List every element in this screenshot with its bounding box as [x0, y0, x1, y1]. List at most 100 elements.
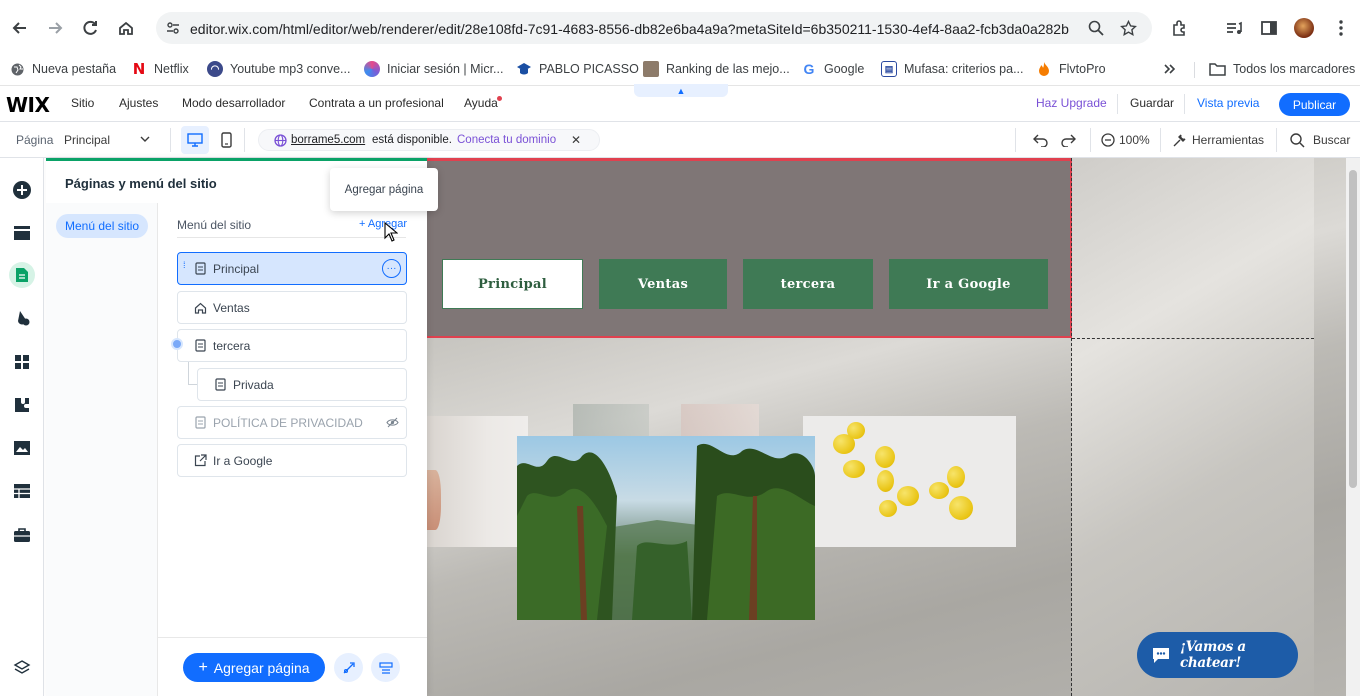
- bookmark-youtube-mp3[interactable]: ◠ Youtube mp3 conve...: [207, 58, 350, 80]
- desktop-view-icon[interactable]: [181, 126, 209, 154]
- avatar[interactable]: [1290, 14, 1318, 42]
- microsoft-icon: [364, 61, 380, 77]
- zoom-level[interactable]: 100%: [1119, 133, 1150, 147]
- sections-icon[interactable]: [9, 220, 35, 246]
- menu-contrata[interactable]: Contrata a un profesional: [309, 96, 444, 110]
- gallery-image-detail: [427, 470, 441, 530]
- address-bar[interactable]: editor.wix.com/html/editor/web/renderer/…: [156, 12, 1152, 44]
- divider: [1117, 94, 1118, 114]
- search-button[interactable]: Buscar: [1313, 133, 1350, 147]
- more-bookmarks-icon[interactable]: [1162, 58, 1176, 80]
- save-button[interactable]: Guardar: [1130, 96, 1174, 110]
- extensions-icon[interactable]: [1166, 14, 1194, 42]
- page-label: POLÍTICA DE PRIVACIDAD: [213, 415, 363, 430]
- page-layout-icon[interactable]: [371, 653, 400, 682]
- tools-icon[interactable]: [1172, 133, 1187, 148]
- page-item-principal[interactable]: ⁞ Principal ···: [177, 252, 407, 285]
- site-nav-principal[interactable]: Principal: [442, 259, 583, 309]
- close-icon[interactable]: ✕: [571, 133, 581, 147]
- add-menu-item-link[interactable]: + Agregar: [359, 218, 407, 230]
- add-elements-icon[interactable]: [9, 177, 35, 203]
- zoom-icon[interactable]: [1088, 20, 1104, 36]
- canvas-scrollbar[interactable]: [1346, 158, 1360, 696]
- back-icon[interactable]: [6, 14, 34, 42]
- bookmark-microsoft[interactable]: Iniciar sesión | Micr...: [364, 58, 503, 80]
- page-item-tercera[interactable]: tercera: [177, 329, 407, 362]
- selection-outline: [427, 158, 1072, 161]
- wix-logo[interactable]: WIX: [6, 93, 50, 117]
- hidden-eye-icon[interactable]: [386, 417, 399, 428]
- tab-menu-del-sitio[interactable]: Menú del sitio: [56, 214, 149, 238]
- forward-icon[interactable]: [41, 14, 69, 42]
- page-item-privada[interactable]: Privada: [197, 368, 407, 401]
- publish-button[interactable]: Publicar: [1279, 93, 1350, 116]
- page-selector[interactable]: Principal: [64, 133, 110, 147]
- undo-icon[interactable]: [1033, 133, 1049, 147]
- upgrade-link[interactable]: Haz Upgrade: [1036, 96, 1107, 110]
- star-icon[interactable]: [1120, 20, 1137, 37]
- bookmark-netflix[interactable]: N Netflix: [131, 58, 189, 80]
- page-item-politica-de-privacidad[interactable]: POLÍTICA DE PRIVACIDAD: [177, 406, 407, 439]
- business-apps-icon[interactable]: [9, 392, 35, 418]
- preview-button[interactable]: Vista previa: [1197, 96, 1259, 110]
- all-bookmarks[interactable]: Todos los marcadores: [1209, 58, 1355, 80]
- collapse-toolbar-icon[interactable]: ▲: [634, 84, 728, 97]
- gallery-image[interactable]: [573, 404, 649, 436]
- site-nav-tercera[interactable]: tercera: [743, 259, 873, 309]
- bookmark-ranking[interactable]: Ranking de las mejo...: [643, 58, 790, 80]
- chevron-down-icon[interactable]: [140, 135, 150, 143]
- url-text[interactable]: editor.wix.com/html/editor/web/renderer/…: [190, 21, 1080, 37]
- gridline-horizontal: [1072, 338, 1314, 339]
- page-transition-icon[interactable]: [334, 653, 363, 682]
- more-actions-icon[interactable]: ···: [382, 259, 401, 278]
- menu-sitio[interactable]: Sitio: [71, 96, 94, 110]
- menu-modo-desarrollador[interactable]: Modo desarrollador: [182, 96, 285, 110]
- search-icon[interactable]: [1290, 133, 1305, 148]
- bookmark-google[interactable]: G Google: [801, 58, 865, 80]
- bookmark-mufasa[interactable]: ▤ Mufasa: criterios pa...: [881, 58, 1024, 80]
- bookmark-label: Youtube mp3 conve...: [230, 62, 351, 76]
- domain-name[interactable]: borrame5.com: [291, 134, 365, 146]
- chat-button[interactable]: ¡Vamos a chatear!: [1137, 632, 1298, 678]
- external-link-icon: [193, 454, 207, 468]
- menu-ayuda[interactable]: Ayuda: [464, 96, 498, 110]
- site-nav-ir-a-google[interactable]: Ir a Google: [889, 259, 1048, 309]
- zoom-out-icon[interactable]: [1101, 133, 1115, 147]
- menu-ajustes[interactable]: Ajustes: [119, 96, 158, 110]
- tools-button[interactable]: Herramientas: [1192, 133, 1264, 147]
- gallery-image-portrait[interactable]: [427, 416, 528, 547]
- bookmark-nueva-pestana[interactable]: Nueva pestaña: [9, 58, 116, 80]
- side-panel-icon[interactable]: [1255, 14, 1283, 42]
- gallery-image-forest[interactable]: [517, 436, 815, 620]
- layers-icon[interactable]: [9, 655, 35, 681]
- media-icon[interactable]: [1220, 14, 1248, 42]
- site-nav-ventas[interactable]: Ventas: [599, 259, 727, 309]
- page-item-ventas[interactable]: Ventas: [177, 291, 407, 324]
- add-page-button[interactable]: + Agregar página: [183, 653, 325, 682]
- portfolio-icon[interactable]: [9, 522, 35, 548]
- graduation-icon: [516, 61, 532, 77]
- redo-icon[interactable]: [1060, 133, 1076, 147]
- drag-handle-icon[interactable]: ⁞: [183, 261, 186, 270]
- scroll-thumb[interactable]: [1349, 170, 1357, 488]
- site-info-icon[interactable]: [166, 21, 180, 35]
- page-label: tercera: [213, 338, 251, 353]
- site-header-strip[interactable]: [427, 158, 1072, 338]
- pages-icon[interactable]: [9, 262, 35, 288]
- mobile-view-icon[interactable]: [221, 132, 232, 148]
- home-icon[interactable]: [112, 14, 140, 42]
- menu-kebab-icon[interactable]: [1327, 14, 1355, 42]
- reload-icon[interactable]: [76, 14, 104, 42]
- mouse-cursor-icon: [384, 222, 398, 242]
- flame-icon: [1036, 61, 1052, 77]
- bookmark-pablo-picasso[interactable]: PABLO PICASSO: [516, 58, 639, 80]
- gallery-image[interactable]: [681, 404, 759, 436]
- connect-domain-link[interactable]: Conecta tu dominio: [457, 134, 556, 146]
- page-item-ir-a-google[interactable]: Ir a Google: [177, 444, 407, 477]
- media-icon[interactable]: [9, 435, 35, 461]
- apps-icon[interactable]: [9, 349, 35, 375]
- bookmark-flvtopro[interactable]: FlvtoPro: [1036, 58, 1106, 80]
- cms-icon[interactable]: [9, 478, 35, 504]
- gallery-image-lemons[interactable]: [803, 416, 1016, 547]
- design-icon[interactable]: [9, 305, 35, 331]
